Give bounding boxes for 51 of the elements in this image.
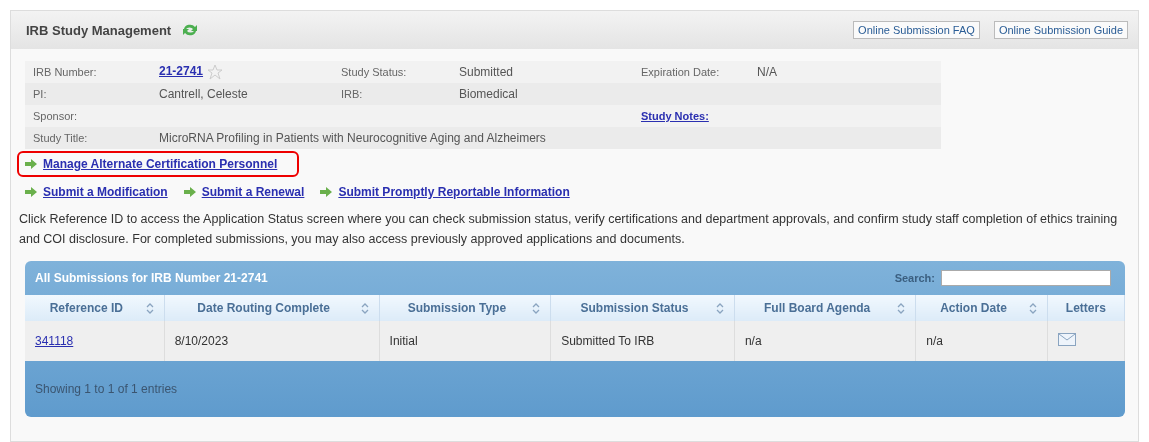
envelope-icon[interactable] bbox=[1057, 333, 1076, 346]
table-cell: Initial bbox=[379, 321, 551, 361]
column-header[interactable]: Date Routing Complete bbox=[164, 295, 380, 321]
help-button[interactable]: Online Submission Guide bbox=[993, 21, 1128, 39]
info-label: IRB: bbox=[341, 88, 363, 100]
submission-link[interactable]: Submit a Renewal bbox=[201, 185, 305, 199]
grid-title: All Submissions for IRB Number 21-2741 bbox=[35, 271, 268, 285]
info-label: Sponsor: bbox=[33, 110, 78, 122]
info-label: Expiration Date: bbox=[641, 66, 720, 78]
entries-info: Showing 1 to 1 of 1 entries bbox=[35, 382, 178, 396]
info-value: Biomedical bbox=[459, 87, 518, 101]
panel-title: IRB Study Management bbox=[26, 22, 172, 38]
column-header[interactable]: Letters bbox=[1047, 295, 1125, 321]
arrow-icon bbox=[183, 187, 196, 197]
column-header[interactable]: Submission Status bbox=[550, 295, 735, 321]
info-label: IRB Number: bbox=[33, 66, 97, 78]
table-cell: n/a bbox=[915, 321, 1048, 361]
manage-personnel-link[interactable]: Manage Alternate Certification Personnel bbox=[43, 157, 278, 171]
arrow-icon bbox=[25, 187, 37, 197]
submission-link[interactable]: Submit Promptly Reportable Information bbox=[338, 185, 570, 199]
reference-id-link[interactable]: 341118 bbox=[35, 334, 74, 348]
sort-icon[interactable] bbox=[360, 302, 369, 314]
help-button[interactable]: Online Submission FAQ bbox=[853, 21, 980, 39]
arrow-icon bbox=[320, 187, 333, 197]
info-value: N/A bbox=[757, 65, 777, 79]
table-cell: 8/10/2023 bbox=[164, 321, 380, 361]
info-value: MicroRNA Profiling in Patients with Neurocognitive Aging and Alzheimers bbox=[159, 131, 546, 145]
column-header[interactable]: Submission Type bbox=[379, 295, 551, 321]
info-label: Study Status: bbox=[341, 66, 407, 78]
sort-icon[interactable] bbox=[715, 302, 724, 314]
instructions-text: Click Reference ID to access the Application Status screen where you can check submission status, verify certifications and department approvals, and confirm study staff completion of ethics training and COI disclosure. For completed submissions, you may also access previously approved applications and documents. bbox=[19, 211, 1119, 248]
column-header[interactable]: Full Board Agenda bbox=[734, 295, 916, 321]
sort-icon[interactable] bbox=[532, 302, 541, 314]
sort-icon[interactable] bbox=[145, 302, 154, 314]
table-cell: Submitted To IRB bbox=[550, 321, 735, 361]
sort-icon[interactable] bbox=[1028, 302, 1037, 314]
sort-icon[interactable] bbox=[897, 302, 906, 314]
arrow-icon bbox=[25, 159, 37, 169]
search-field[interactable] bbox=[941, 270, 1111, 286]
submission-link[interactable]: Submit a Modification bbox=[43, 185, 168, 199]
info-value: Submitted bbox=[459, 65, 514, 79]
info-label: PI: bbox=[33, 88, 47, 100]
info-value: Cantrell, Celeste bbox=[159, 87, 248, 101]
column-header[interactable]: Action Date bbox=[915, 295, 1048, 321]
irb-number-link[interactable]: 21-2741 bbox=[159, 64, 204, 79]
refresh-icon[interactable] bbox=[181, 22, 200, 38]
search-label: Search: bbox=[894, 272, 935, 284]
table-cell: n/a bbox=[734, 321, 916, 361]
info-label: Study Title: bbox=[33, 132, 88, 144]
column-header[interactable]: Reference ID bbox=[25, 295, 165, 321]
star-icon[interactable] bbox=[207, 64, 224, 80]
